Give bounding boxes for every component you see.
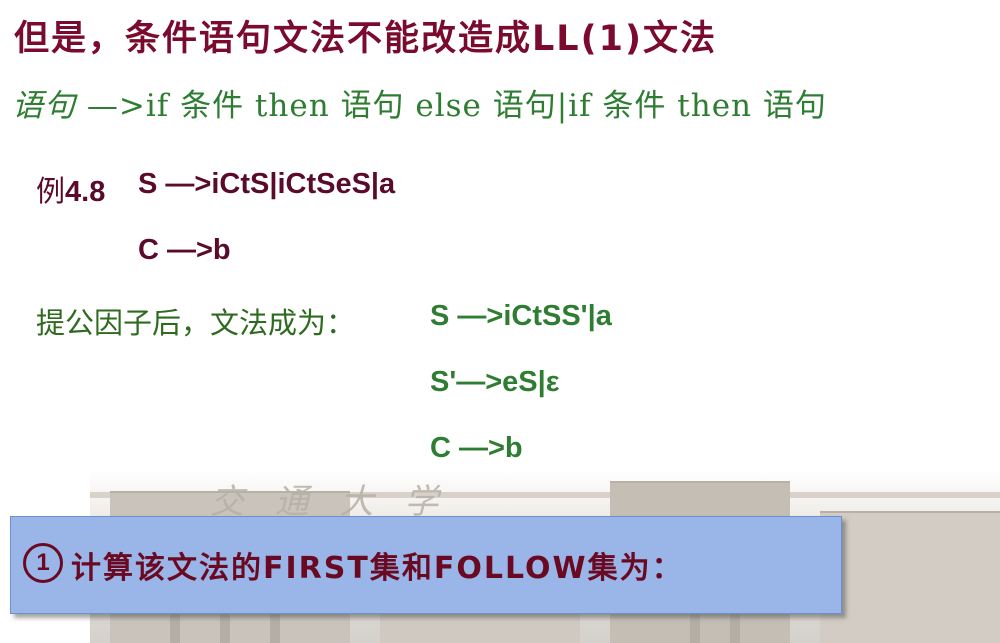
example-prefix: 例 bbox=[36, 176, 66, 208]
step-number-circle: 1 bbox=[23, 543, 63, 583]
grammar-lead: 语句 bbox=[12, 88, 76, 124]
slide: 但是，条件语句文法不能改造成LL(1)文法 语句 —>if 条件 then 语句… bbox=[0, 0, 1000, 643]
rule-s: S —>iCtS|iCtSeS|a bbox=[138, 168, 396, 200]
step-text: 计算该文法的FIRST集和FOLLOW集为： bbox=[71, 551, 684, 586]
factored-rule-s: S —>iCtSS'|a bbox=[430, 300, 612, 332]
rule-c: C —>b bbox=[138, 234, 231, 266]
slide-title: 但是，条件语句文法不能改造成LL(1)文法 bbox=[14, 19, 717, 59]
factored-rule-s-prime: S'—>eS|ε bbox=[430, 366, 560, 398]
grammar-body: —>if 条件 then 语句 else 语句|if 条件 then 语句 bbox=[76, 88, 827, 124]
conditional-grammar-line: 语句 —>if 条件 then 语句 else 语句|if 条件 then 语句 bbox=[12, 80, 827, 125]
factored-rule-c: C —>b bbox=[430, 432, 523, 464]
after-factoring-label: 提公因子后，文法成为： bbox=[36, 308, 356, 340]
example-label: 例4.8 bbox=[36, 168, 105, 210]
step-box: 1 计算该文法的FIRST集和FOLLOW集为： bbox=[10, 516, 842, 614]
example-number: 4.8 bbox=[65, 176, 106, 208]
